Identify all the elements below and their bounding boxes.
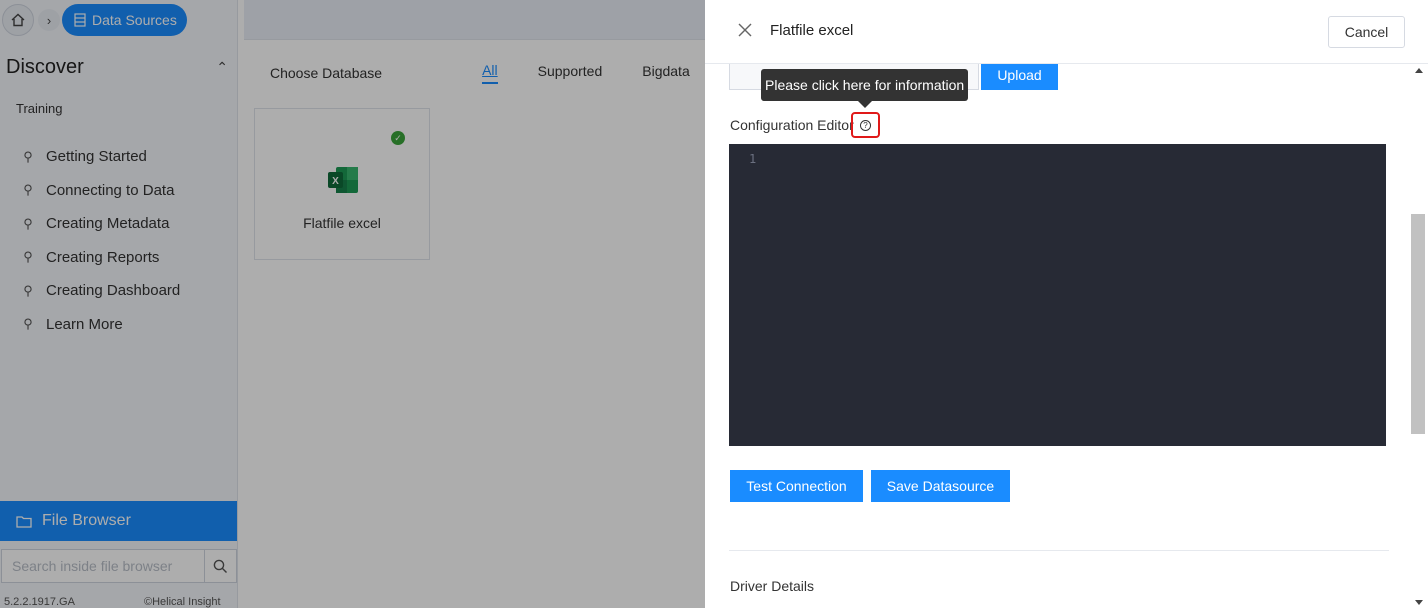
configuration-editor-label: Configuration Editor xyxy=(730,117,854,133)
editor-line-number: 1 xyxy=(749,152,757,166)
section-divider xyxy=(729,550,1389,551)
scroll-up-arrow-icon[interactable] xyxy=(1415,68,1423,73)
test-connection-button[interactable]: Test Connection xyxy=(730,470,863,502)
question-circle-icon: ? xyxy=(860,119,871,131)
driver-details-heading[interactable]: Driver Details xyxy=(730,578,814,594)
panel-scrollbar[interactable] xyxy=(1408,64,1428,608)
cancel-button[interactable]: Cancel xyxy=(1328,16,1405,48)
tooltip-arrow xyxy=(858,101,872,108)
save-datasource-button[interactable]: Save Datasource xyxy=(871,470,1010,502)
scroll-down-arrow-icon[interactable] xyxy=(1415,600,1423,605)
datasource-panel: Flatfile excel Cancel Upload Configurati… xyxy=(705,0,1428,608)
panel-title: Flatfile excel xyxy=(770,22,854,39)
info-tooltip: Please click here for information xyxy=(761,69,969,101)
scrollbar-thumb[interactable] xyxy=(1411,214,1425,434)
close-icon[interactable] xyxy=(735,20,755,40)
modal-backdrop[interactable] xyxy=(0,0,705,608)
configuration-editor[interactable]: 1 xyxy=(729,144,1386,446)
panel-header: Flatfile excel Cancel xyxy=(705,0,1428,64)
info-help-button[interactable]: ? xyxy=(851,112,880,138)
upload-button[interactable]: Upload xyxy=(981,64,1058,90)
